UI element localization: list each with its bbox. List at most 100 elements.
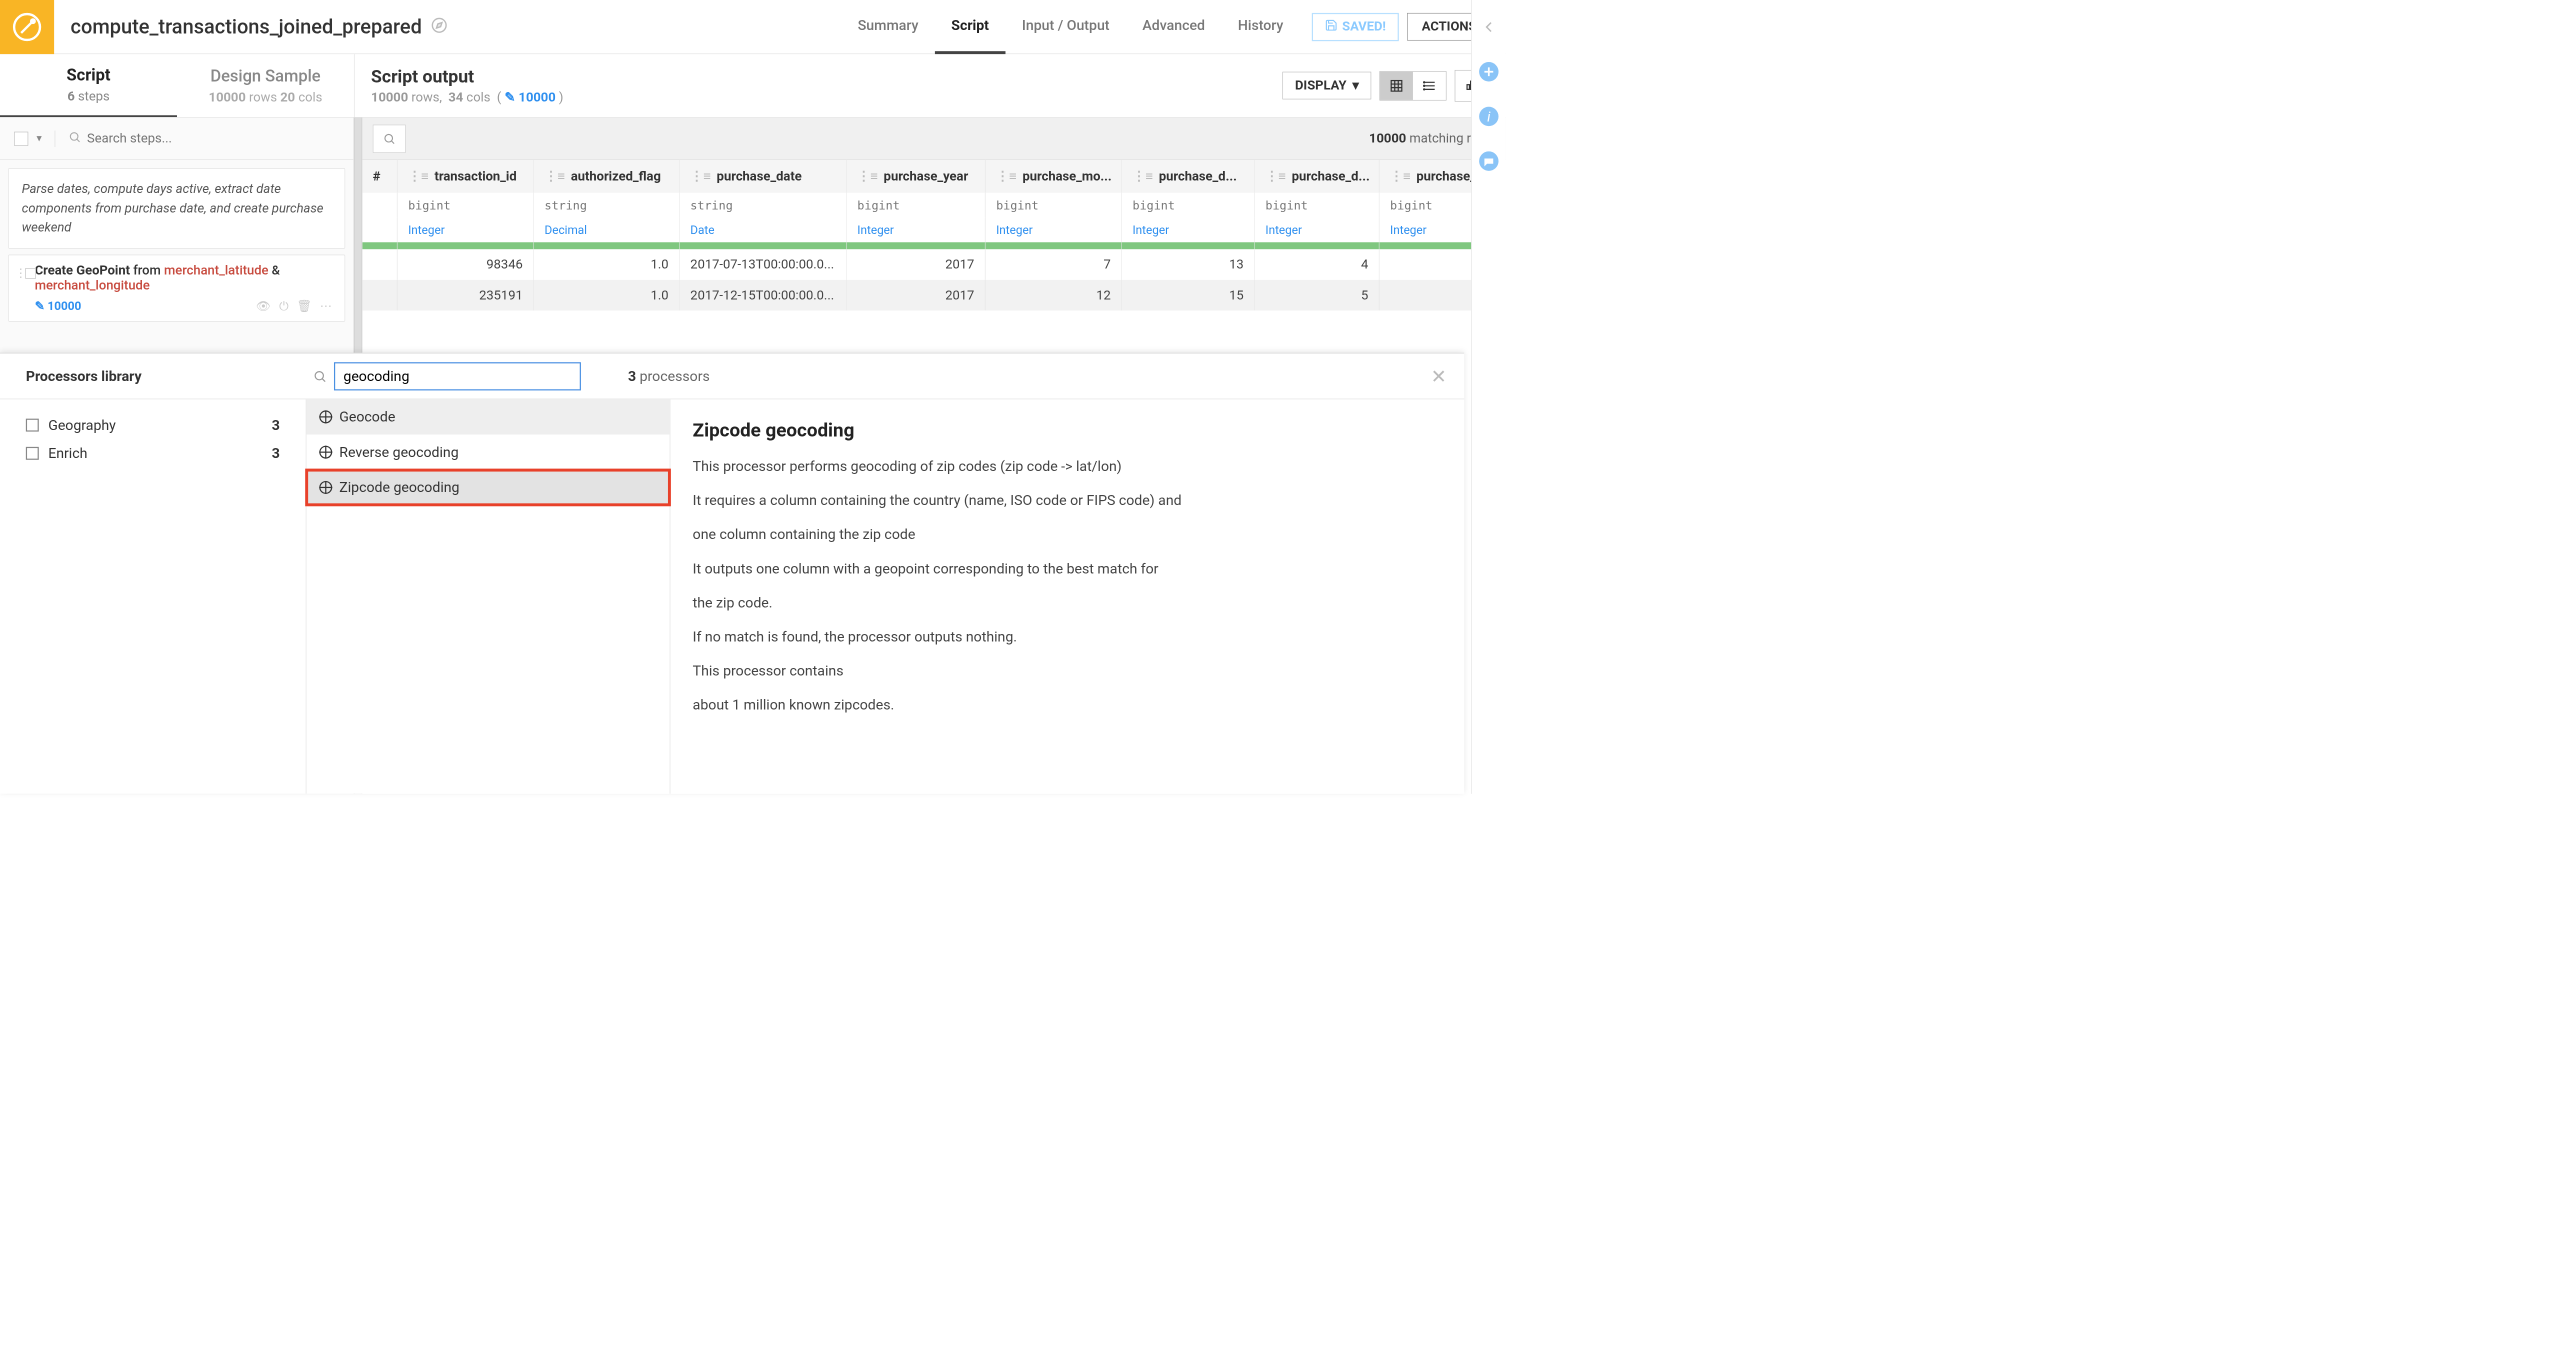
tab-summary[interactable]: Summary [841,0,935,54]
step-group-card[interactable]: Parse dates, compute days active, extrac… [8,168,345,249]
column-header[interactable]: ⋮≡ transaction_id [397,160,533,193]
column-type: bigint [847,193,986,218]
column-menu-icon[interactable]: ⋮≡ [1132,169,1152,184]
processor-detail-text: This processor performs geocoding of zip… [693,456,1442,477]
column-meaning[interactable]: Decimal [534,218,680,243]
column-type: bigint [1122,193,1255,218]
search-icon [68,130,81,146]
tab-script[interactable]: Script [935,0,1006,54]
data-cell[interactable]: 1.0 [534,280,680,311]
column-menu-icon[interactable]: ⋮≡ [857,169,877,184]
column-type: string [534,193,680,218]
tab-history[interactable]: History [1221,0,1299,54]
column-validity-bar [847,242,986,249]
column-meaning[interactable]: Integer [1255,218,1380,243]
subheader: Script 6 steps Design Sample 10000 rows … [0,54,1505,118]
data-cell[interactable]: 2017 [847,249,986,280]
row-number-header: # [362,160,397,193]
pencil-icon[interactable]: ✎ [35,299,45,313]
column-type: bigint [1255,193,1380,218]
data-cell[interactable]: 2017-12-15T00:00:00.0... [680,280,847,311]
tab-input-output[interactable]: Input / Output [1005,0,1126,54]
category-checkbox[interactable] [26,447,39,460]
column-meaning[interactable]: Integer [985,218,1121,243]
data-cell[interactable]: 1.0 [534,249,680,280]
right-rail: i [1471,0,1505,794]
processor-detail-text: one column containing the zip code [693,524,1442,545]
power-icon[interactable]: ⏻ [279,299,288,313]
column-header[interactable]: ⋮≡ purchase_year [847,160,986,193]
chat-circle-icon[interactable] [1478,151,1499,172]
column-validity-bar [1122,242,1255,249]
column-meaning[interactable]: Integer [397,218,533,243]
data-cell[interactable]: 7 [985,249,1121,280]
step-geopoint-card[interactable]: ⋮⋮ Create GeoPoint from merchant_latitud… [8,255,345,322]
processors-search-input[interactable] [343,368,571,384]
app-logo[interactable] [0,0,54,54]
subtab-design-sample[interactable]: Design Sample 10000 rows 20 cols [177,54,354,117]
subtab-script[interactable]: Script 6 steps [0,54,177,117]
column-meaning[interactable]: Date [680,218,847,243]
data-cell[interactable]: 4 [1255,249,1380,280]
column-menu-icon[interactable]: ⋮≡ [408,169,428,184]
column-header[interactable]: ⋮≡ purchase_d... [1255,160,1380,193]
script-output-title: Script output [371,66,563,87]
data-cell[interactable]: 12 [985,280,1121,311]
back-arrow-icon[interactable] [1478,16,1499,37]
column-header[interactable]: ⋮≡ purchase_d... [1122,160,1255,193]
processor-detail-title: Zipcode geocoding [693,416,1442,444]
script-output-meta: 10000 rows, 34 cols ( ✎ 10000 ) [371,90,563,105]
column-header[interactable]: ⋮≡ purchase_mo... [985,160,1121,193]
view-toggle [1379,71,1446,100]
column-validity-bar [397,242,533,249]
processor-category[interactable]: Enrich3 [26,439,280,467]
category-checkbox[interactable] [26,419,39,432]
info-circle-icon[interactable]: i [1478,106,1499,127]
processor-category[interactable]: Geography3 [26,411,280,439]
more-icon[interactable]: ⋯ [320,299,332,313]
step-checkbox[interactable] [25,268,36,279]
column-meaning[interactable]: Integer [847,218,986,243]
display-dropdown[interactable]: DISPLAY ▾ [1283,72,1372,100]
select-all-steps-checkbox[interactable] [14,131,28,145]
eye-icon[interactable]: 👁 [256,299,271,313]
column-header[interactable]: ⋮≡ purchase_date [680,160,847,193]
processor-item[interactable]: Zipcode geocoding [306,470,669,505]
tab-advanced[interactable]: Advanced [1126,0,1221,54]
processor-list: Geocode Reverse geocoding Zipcode geocod… [306,399,671,794]
data-cell[interactable]: 98346 [397,249,533,280]
column-menu-icon[interactable]: ⋮≡ [544,169,564,184]
processor-item[interactable]: Geocode [306,399,669,434]
close-icon[interactable]: ✕ [1431,365,1447,387]
trash-icon[interactable]: 🗑 [297,299,312,313]
column-menu-icon[interactable]: ⋮≡ [996,169,1016,184]
processors-search[interactable] [334,362,581,390]
processor-categories: Geography3Enrich3 [0,399,306,794]
column-validity-bar [680,242,847,249]
data-cell[interactable]: 13 [1122,249,1255,280]
column-menu-icon[interactable]: ⋮≡ [1390,169,1410,184]
steps-menu-caret-icon[interactable]: ▾ [36,132,41,144]
table-search-button[interactable] [373,124,406,152]
data-cell[interactable]: 2017 [847,280,986,311]
processor-detail-text: If no match is found, the processor outp… [693,626,1442,647]
column-type: bigint [397,193,533,218]
column-menu-icon[interactable]: ⋮≡ [1265,169,1285,184]
table-view-button[interactable] [1380,71,1413,99]
processor-detail-text: It requires a column containing the coun… [693,490,1442,511]
columns-view-button[interactable] [1413,71,1446,99]
recipe-title[interactable]: compute_transactions_joined_prepared [71,15,448,39]
plus-circle-icon[interactable] [1478,61,1499,82]
data-cell[interactable]: 235191 [397,280,533,311]
column-header[interactable]: ⋮≡ authorized_flag [534,160,680,193]
data-cell[interactable]: 15 [1122,280,1255,311]
processor-item[interactable]: Reverse geocoding [306,435,669,470]
column-menu-icon[interactable]: ⋮≡ [690,169,710,184]
column-validity-bar [1255,242,1380,249]
data-cell[interactable]: 2017-07-13T00:00:00.0... [680,249,847,280]
search-steps-input[interactable] [87,131,339,146]
saved-button[interactable]: SAVED! [1312,13,1399,41]
edit-sample-link[interactable]: ✎ 10000 [504,90,555,105]
column-meaning[interactable]: Integer [1122,218,1255,243]
data-cell[interactable]: 5 [1255,280,1380,311]
